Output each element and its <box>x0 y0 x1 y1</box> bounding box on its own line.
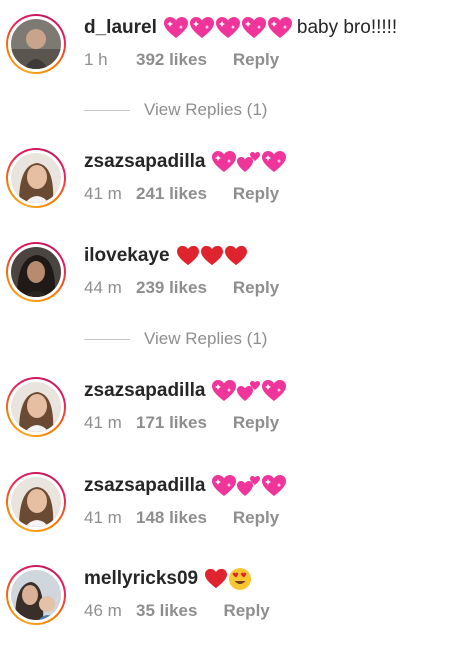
sparkling-heart-icon <box>241 17 266 38</box>
comment-username[interactable]: ilovekaye <box>84 244 170 268</box>
view-replies-button[interactable]: View Replies (1) <box>84 100 267 120</box>
comment-meta: 44 m 239 likes Reply <box>84 278 279 298</box>
comment-time: 44 m <box>84 278 122 297</box>
avatar[interactable] <box>6 472 66 532</box>
heart-eyes-face-icon <box>229 568 252 590</box>
avatar-photo <box>11 570 61 620</box>
divider <box>84 338 130 340</box>
comment-item: d_laurel baby bro!!!!! 1 h 392 likes Rep… <box>0 14 450 94</box>
comment-item: zsazsapadilla 41 m 171 likes Reply <box>0 377 450 457</box>
sparkling-heart-icon <box>212 475 237 496</box>
avatar[interactable] <box>6 14 66 74</box>
comment-username[interactable]: zsazsapadilla <box>84 150 205 174</box>
sparkling-heart-icon <box>262 475 287 496</box>
comment-time: 41 m <box>84 184 122 203</box>
comments-list: d_laurel baby bro!!!!! 1 h 392 likes Rep… <box>0 0 450 653</box>
reply-button[interactable]: Reply <box>233 184 279 204</box>
emoji-group <box>204 567 252 591</box>
two-hearts-icon <box>237 152 261 172</box>
like-count[interactable]: 148 likes <box>136 508 207 528</box>
avatar-photo <box>11 477 61 527</box>
sparkling-heart-icon <box>215 17 240 38</box>
avatar-photo <box>11 153 61 203</box>
view-replies-label: View Replies (1) <box>144 100 268 119</box>
emoji-group <box>211 150 287 174</box>
sparkling-heart-icon <box>163 17 188 38</box>
like-count[interactable]: 241 likes <box>136 184 207 204</box>
like-count[interactable]: 35 likes <box>136 601 197 621</box>
divider <box>84 109 130 111</box>
reply-button[interactable]: Reply <box>233 278 279 298</box>
comment-time: 41 m <box>84 413 122 432</box>
comment-meta: 41 m 171 likes Reply <box>84 413 279 433</box>
avatar-image-icon <box>11 570 61 620</box>
red-heart-icon <box>176 245 199 266</box>
comment-username[interactable]: d_laurel <box>84 16 157 40</box>
avatar[interactable] <box>6 148 66 208</box>
avatar[interactable] <box>6 242 66 302</box>
avatar-image-icon <box>11 19 61 69</box>
comment-item: zsazsapadilla 41 m 241 likes Reply <box>0 148 450 228</box>
comment-item: ilovekaye 44 m 239 likes Reply <box>0 242 450 322</box>
sparkling-heart-icon <box>267 17 292 38</box>
comment-username[interactable]: zsazsapadilla <box>84 474 205 498</box>
comment-username[interactable]: zsazsapadilla <box>84 379 205 403</box>
two-hearts-icon <box>237 476 261 496</box>
reply-button[interactable]: Reply <box>233 508 279 528</box>
view-replies-label: View Replies (1) <box>144 329 268 348</box>
avatar-photo <box>11 19 61 69</box>
reply-button[interactable]: Reply <box>233 50 279 70</box>
comment-item: zsazsapadilla 41 m 148 likes Reply <box>0 472 450 552</box>
comment-meta: 41 m 241 likes Reply <box>84 184 279 204</box>
like-count[interactable]: 239 likes <box>136 278 207 298</box>
sparkling-heart-icon <box>189 17 214 38</box>
sparkling-heart-icon <box>262 151 287 172</box>
comment-text: baby bro!!!!! <box>296 17 398 38</box>
like-count[interactable]: 171 likes <box>136 413 207 433</box>
comment-time: 41 m <box>84 508 122 527</box>
reply-button[interactable]: Reply <box>223 601 269 621</box>
red-heart-icon <box>205 568 228 589</box>
comment-time: 1 h <box>84 50 108 69</box>
avatar-photo <box>11 247 61 297</box>
comment-username[interactable]: mellyricks09 <box>84 567 198 591</box>
two-hearts-icon <box>237 381 261 401</box>
emoji-group <box>211 474 287 498</box>
avatar-photo <box>11 382 61 432</box>
emoji-group <box>176 245 248 267</box>
comment-time: 46 m <box>84 601 122 620</box>
reply-button[interactable]: Reply <box>233 413 279 433</box>
sparkling-heart-icon <box>212 151 237 172</box>
comment-meta: 41 m 148 likes Reply <box>84 508 279 528</box>
avatar-image-icon <box>11 247 61 297</box>
red-heart-icon <box>224 245 247 266</box>
comment-item: mellyricks09 46 m 35 likes Reply <box>0 565 450 645</box>
avatar-image-icon <box>11 153 61 203</box>
emoji-group <box>163 16 293 40</box>
sparkling-heart-icon <box>212 380 237 401</box>
comment-meta: 1 h 392 likes Reply <box>84 50 279 70</box>
like-count[interactable]: 392 likes <box>136 50 207 70</box>
comment-meta: 46 m 35 likes Reply <box>84 601 270 621</box>
emoji-group <box>211 379 287 403</box>
view-replies-button[interactable]: View Replies (1) <box>84 329 267 349</box>
avatar[interactable] <box>6 377 66 437</box>
avatar[interactable] <box>6 565 66 625</box>
avatar-image-icon <box>11 382 61 432</box>
avatar-image-icon <box>11 477 61 527</box>
red-heart-icon <box>200 245 223 266</box>
sparkling-heart-icon <box>262 380 287 401</box>
